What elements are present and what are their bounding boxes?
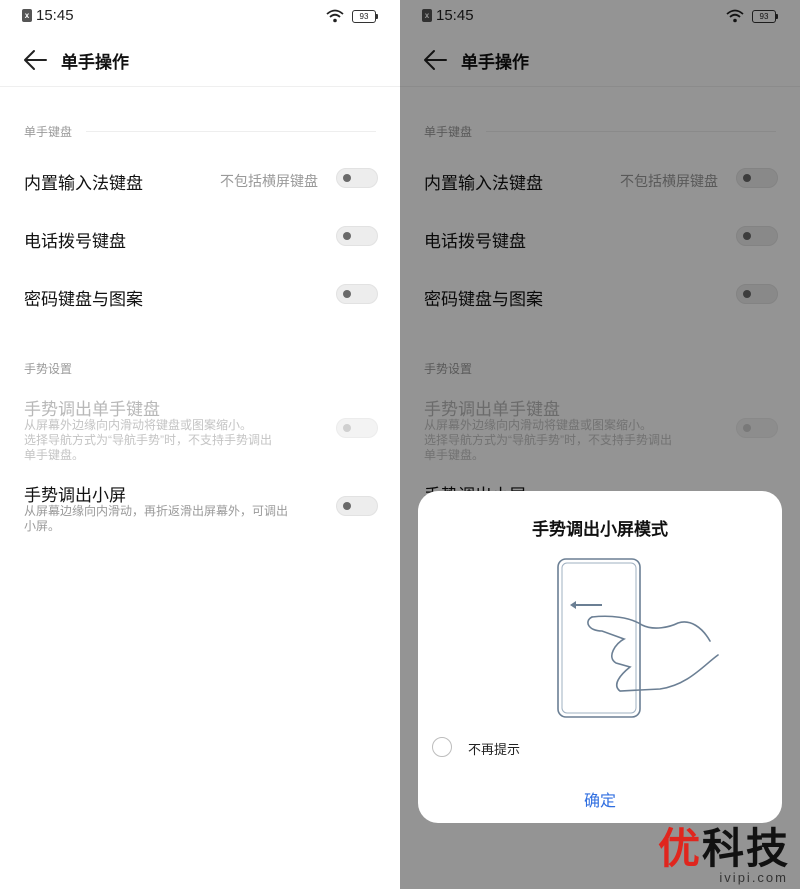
watermark-red-char: 优 — [657, 825, 702, 872]
section-divider — [86, 131, 376, 132]
desc-line: 小屏。 — [24, 519, 61, 533]
dont-remind-label[interactable]: 不再提示 — [468, 739, 520, 758]
settings-screen-with-dialog: x 15:45 93 单手操作 单手键盘 内置输入法键盘 不包括横屏键盘 电话拨… — [400, 0, 800, 889]
swipe-gesture-illustration — [557, 558, 719, 718]
desc-line: 从屏幕外边缘向内滑动将键盘或图案缩小。 — [24, 418, 253, 432]
row-title-password: 密码键盘与图案 — [24, 290, 143, 309]
app-header: 单手操作 — [0, 34, 400, 87]
toggle-dialer[interactable] — [336, 226, 378, 246]
toggle-knob — [343, 174, 351, 182]
toggle-gesture-small-screen[interactable] — [336, 496, 378, 516]
row-title-builtin-ime: 内置输入法键盘 — [24, 174, 143, 193]
toggle-builtin-ime[interactable] — [336, 168, 378, 188]
toggle-knob — [343, 424, 351, 432]
row-title-gesture-small-screen: 手势调出小屏 — [24, 486, 126, 505]
toggle-knob — [343, 232, 351, 240]
page-title: 单手操作 — [61, 53, 129, 72]
row-desc-gesture-small-screen: 从屏幕边缘向内滑动，再折返滑出屏幕外，可调出 小屏。 — [24, 504, 324, 534]
row-desc-gesture-keyboard: 从屏幕外边缘向内滑动将键盘或图案缩小。 选择导航方式为“导航手势”时，不支持手势… — [24, 418, 324, 463]
toggle-knob — [343, 502, 351, 510]
section-label-keyboard: 单手键盘 — [24, 125, 73, 139]
dialog-title: 手势调出小屏模式 — [532, 520, 668, 539]
section-label-gesture: 手势设置 — [24, 362, 73, 376]
toggle-knob — [343, 290, 351, 298]
row-value-builtin-ime: 不包括横屏键盘 — [220, 173, 318, 189]
row-title-dialer: 电话拨号键盘 — [24, 232, 126, 251]
settings-screen: x 15:45 93 单手操作 单手键盘 内置输入法键盘 不包括横屏键盘 电话拨… — [0, 0, 400, 889]
dont-remind-radio[interactable] — [432, 737, 452, 757]
battery-icon: 93 — [352, 10, 378, 23]
status-time: 15:45 — [36, 7, 74, 24]
toggle-gesture-keyboard — [336, 418, 378, 438]
desc-line: 从屏幕边缘向内滑动，再折返滑出屏幕外，可调出 — [24, 504, 289, 518]
watermark-rest: 科技 — [701, 825, 790, 872]
row-title-gesture-keyboard: 手势调出单手键盘 — [24, 400, 160, 419]
confirm-button[interactable]: 确定 — [418, 787, 782, 811]
toggle-password[interactable] — [336, 284, 378, 304]
desc-line: 选择导航方式为“导航手势”时，不支持手势调出 — [24, 433, 272, 447]
watermark-logo: 优科技 — [658, 826, 790, 872]
back-arrow-icon[interactable] — [22, 48, 48, 72]
sim-icon: x — [22, 9, 32, 22]
watermark-url: ivipi.com — [719, 870, 788, 885]
desc-line: 单手键盘。 — [24, 448, 85, 462]
wifi-icon — [326, 9, 344, 23]
status-bar: x 15:45 93 — [0, 0, 400, 34]
gesture-small-screen-dialog: 手势调出小屏模式 不再提示 确定 — [418, 491, 782, 823]
